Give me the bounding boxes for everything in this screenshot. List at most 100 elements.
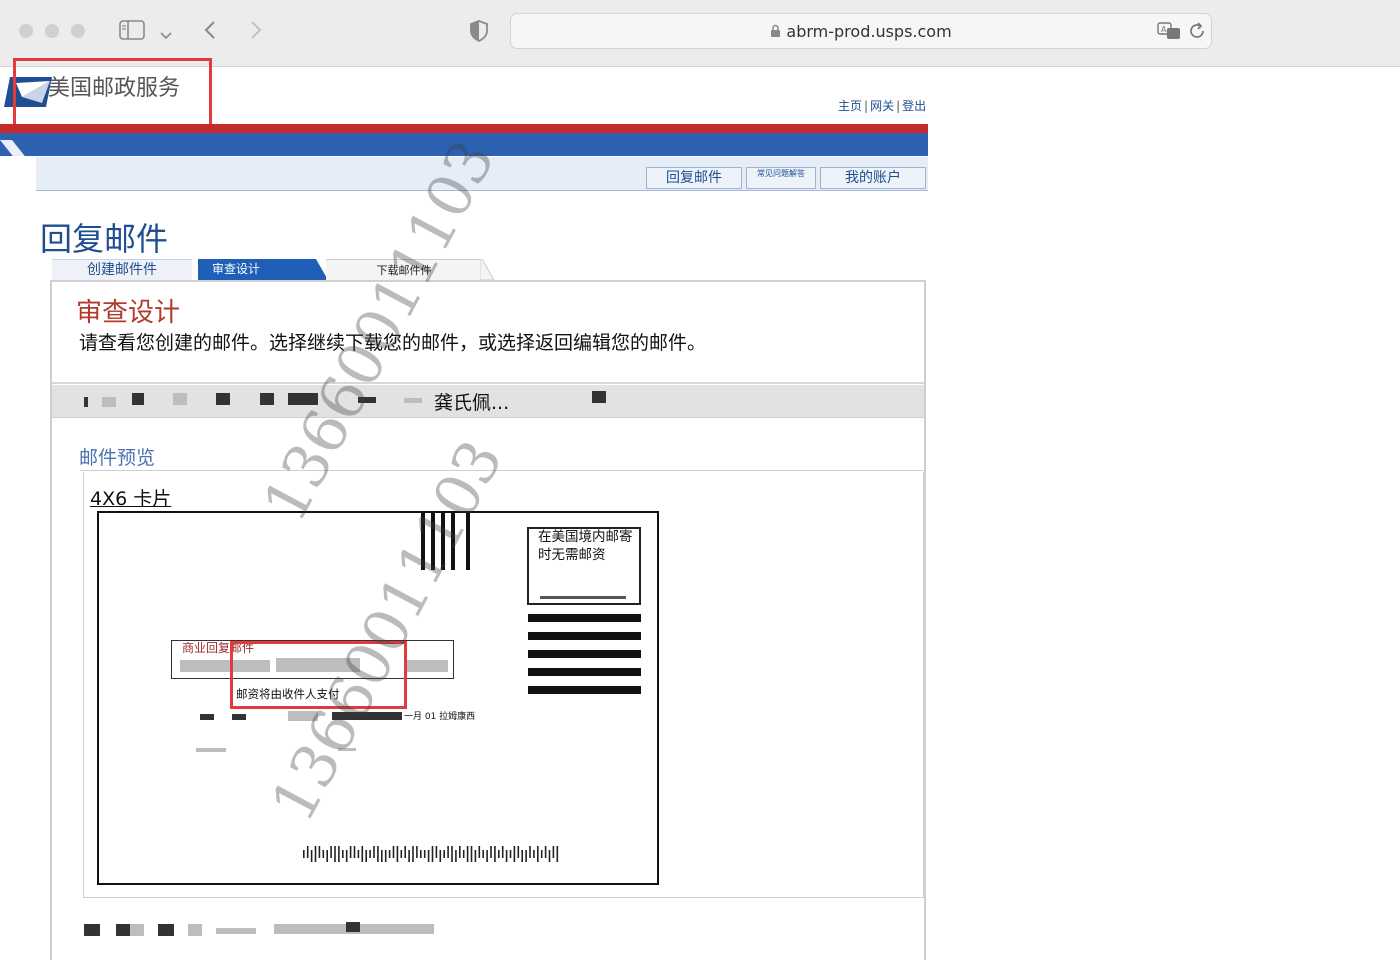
barcode-bar	[330, 846, 332, 858]
barcode-bar	[322, 850, 325, 858]
privacy-shield-icon[interactable]	[469, 20, 489, 46]
barcode-bar	[326, 850, 328, 862]
step-tab-create[interactable]: 创建邮件件	[52, 259, 192, 281]
barcode-bar	[420, 850, 422, 858]
barcode-bar	[373, 846, 375, 858]
barcode-bar	[342, 850, 344, 858]
barcode-bar	[529, 846, 531, 858]
postage-note: 在美国境内邮寄时无需邮资	[538, 529, 633, 563]
svg-text:A: A	[1161, 25, 1167, 34]
barcode-bar	[455, 850, 457, 862]
window-close-button[interactable]	[19, 24, 33, 38]
barcode-bar	[459, 846, 461, 858]
redacted-text	[200, 714, 214, 720]
barcode-bar	[451, 846, 453, 862]
step-tab-review[interactable]: 审查设计	[198, 259, 316, 280]
barcode-bar	[494, 846, 496, 862]
barcode-bar	[377, 846, 379, 862]
barcode-bar	[404, 846, 406, 858]
barcode-bar	[400, 850, 403, 858]
barcode-bar	[392, 846, 395, 858]
home-link[interactable]: 主页	[838, 99, 862, 113]
barcode-bar	[470, 846, 473, 862]
barcode-bar	[517, 846, 520, 858]
redacted-text	[84, 397, 88, 407]
chevron-down-icon[interactable]	[160, 25, 172, 44]
redacted-text	[116, 924, 130, 936]
redacted-text	[216, 393, 230, 405]
sidebar-toggle-icon[interactable]	[119, 20, 145, 44]
redacted-text	[260, 393, 274, 405]
barcode-bar	[486, 850, 488, 862]
barcode-bar	[412, 846, 414, 862]
barcode-bar	[318, 846, 321, 858]
panel-divider	[52, 382, 924, 384]
window-minimize-button[interactable]	[45, 24, 59, 38]
barcode-bar	[303, 850, 305, 858]
barcode-bar	[478, 846, 481, 858]
redacted-text	[158, 924, 174, 936]
barcode-bar	[447, 846, 449, 858]
back-arrow-icon[interactable]	[204, 20, 216, 44]
barcode-bar	[537, 846, 539, 862]
horizontal-bar	[528, 650, 641, 658]
url-text: abrm-prod.usps.com	[786, 22, 952, 41]
barcode-bar	[482, 850, 484, 858]
nav-tab-reply-mail[interactable]: 回复邮件	[646, 167, 742, 189]
page-title: 回复邮件	[40, 220, 169, 258]
brand-highlight-box	[13, 58, 212, 131]
translate-icon[interactable]: A	[1157, 22, 1181, 44]
barcode-bar	[388, 850, 391, 858]
forward-arrow-icon[interactable]	[250, 20, 262, 44]
barcode-bar	[345, 850, 348, 862]
barcode-bar	[381, 850, 383, 862]
barcode-bar	[408, 850, 410, 862]
barcode-bar	[334, 846, 336, 862]
barcode-bar	[509, 850, 512, 858]
redacted-text	[132, 393, 144, 405]
lock-icon	[770, 23, 781, 42]
barcode-bar	[513, 846, 516, 862]
barcode-bar	[431, 846, 434, 862]
redacted-text	[232, 714, 246, 720]
card-size-label: 4X6 卡片	[90, 488, 172, 510]
logout-link[interactable]: 登出	[902, 99, 926, 113]
redacted-text	[84, 924, 100, 936]
window-zoom-button[interactable]	[71, 24, 85, 38]
redacted-text	[196, 748, 226, 752]
barcode-bar	[474, 850, 477, 862]
horizontal-bar	[528, 632, 641, 640]
barcode-bar	[423, 850, 426, 858]
barcode-bar	[501, 846, 504, 858]
postage-line	[540, 596, 626, 599]
preview-heading: 邮件预览	[79, 447, 156, 469]
barcode-bar	[544, 846, 547, 858]
date-fragment: 一月 01 拉姆康西	[404, 712, 476, 722]
barcode-bar	[443, 850, 445, 858]
barcode-bar	[525, 850, 527, 862]
reload-icon[interactable]	[1188, 22, 1206, 44]
barcode-bar	[521, 850, 523, 862]
gateway-link[interactable]: 网关	[870, 99, 894, 113]
barcode-bar	[338, 846, 340, 862]
section-heading: 审查设计	[76, 298, 181, 328]
horizontal-bar	[528, 614, 641, 622]
barcode-bar	[361, 846, 364, 862]
redacted-text	[130, 924, 144, 936]
barcode-bar	[353, 846, 356, 858]
barcode-bar	[396, 846, 399, 862]
barcode-bar	[416, 846, 418, 858]
barcode-bar	[365, 850, 367, 862]
intelligent-mail-barcode	[303, 846, 563, 866]
barcode-bar	[556, 846, 559, 862]
barcode-bar	[505, 850, 508, 862]
top-links: 主页 | 网关 | 登出	[838, 99, 927, 113]
redacted-text	[173, 393, 187, 405]
barcode-bar	[314, 846, 317, 862]
address-bar[interactable]: abrm-prod.usps.com A	[510, 13, 1212, 49]
mailpiece-name: 龚氏佩...	[434, 392, 510, 414]
nav-tab-my-account[interactable]: 我的账户	[820, 167, 926, 189]
nav-tab-faq[interactable]: 常见问题解答	[746, 167, 816, 189]
redacted-text	[346, 922, 360, 932]
barcode-bar	[310, 850, 313, 862]
